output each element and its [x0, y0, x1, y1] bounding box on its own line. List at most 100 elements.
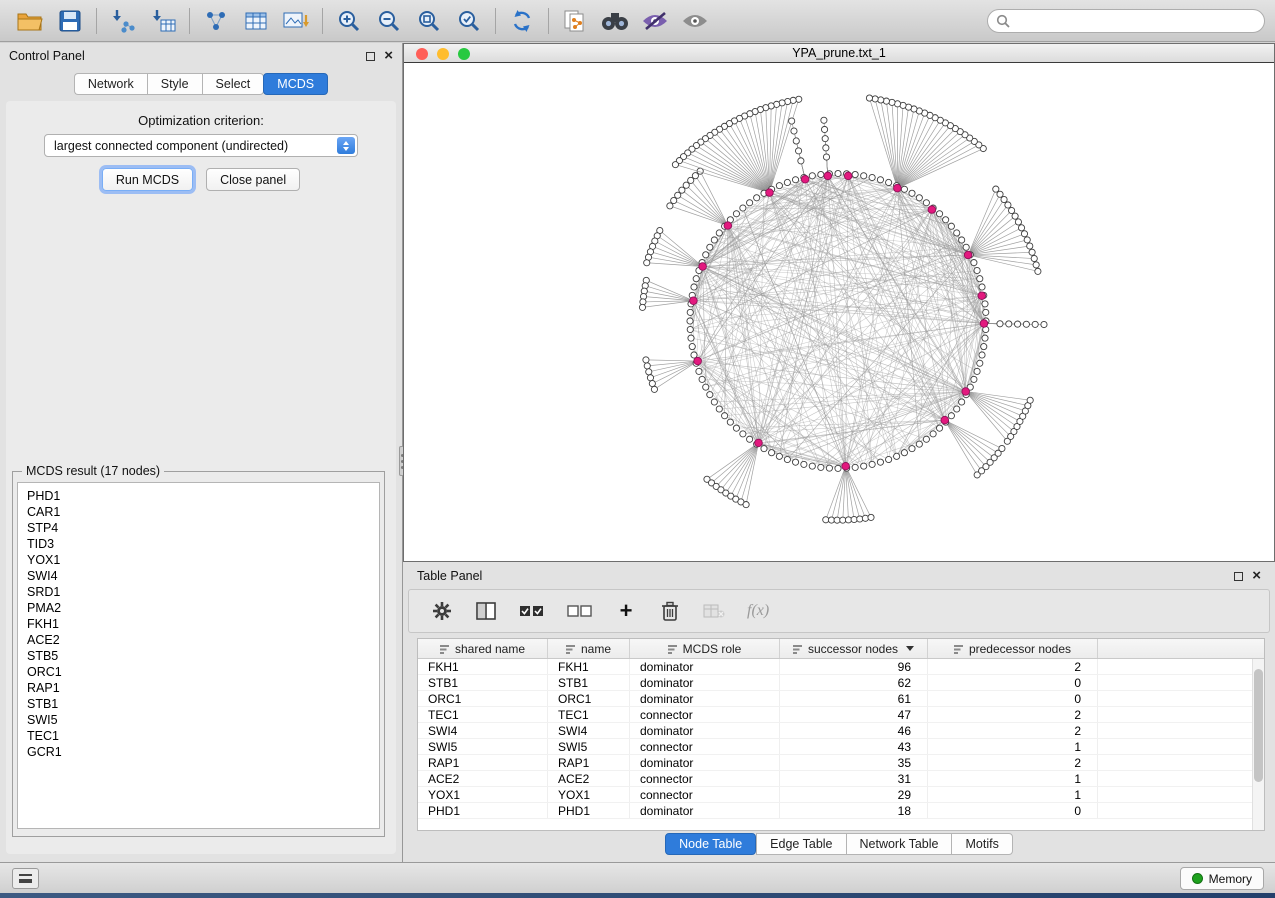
- table-settings-button[interactable]: [431, 599, 453, 623]
- open-file-button[interactable]: [10, 5, 50, 37]
- table-cell[interactable]: FKH1: [548, 659, 630, 674]
- maximize-window-icon[interactable]: [458, 48, 470, 60]
- table-cell[interactable]: TEC1: [548, 707, 630, 722]
- dropdown-stepper-icon[interactable]: [337, 137, 355, 154]
- column-header-name[interactable]: name: [548, 639, 630, 658]
- mcds-result-item[interactable]: YOX1: [27, 552, 370, 568]
- table-row[interactable]: FKH1FKH1dominator962: [418, 659, 1264, 675]
- table-cell[interactable]: 0: [928, 675, 1098, 690]
- table-cell[interactable]: 62: [780, 675, 928, 690]
- mcds-result-item[interactable]: SRD1: [27, 584, 370, 600]
- table-cell[interactable]: 31: [780, 771, 928, 786]
- scrollbar-thumb[interactable]: [1254, 669, 1263, 782]
- clone-network-button[interactable]: [555, 5, 595, 37]
- import-table-button[interactable]: [143, 5, 183, 37]
- table-cell[interactable]: PHD1: [418, 803, 548, 818]
- network-window-titlebar[interactable]: YPA_prune.txt_1: [404, 44, 1274, 63]
- table-cell[interactable]: dominator: [630, 755, 780, 770]
- table-cell[interactable]: connector: [630, 707, 780, 722]
- hide-details-button[interactable]: [635, 5, 675, 37]
- tab-style[interactable]: Style: [147, 73, 202, 95]
- export-image-button[interactable]: [276, 5, 316, 37]
- zoom-fit-button[interactable]: [409, 5, 449, 37]
- table-cell[interactable]: dominator: [630, 659, 780, 674]
- table-cell[interactable]: 18: [780, 803, 928, 818]
- table-cell[interactable]: connector: [630, 739, 780, 754]
- table-cell[interactable]: 1: [928, 787, 1098, 802]
- table-cell[interactable]: SWI4: [418, 723, 548, 738]
- table-cell[interactable]: 96: [780, 659, 928, 674]
- column-header-mcds-role[interactable]: MCDS role: [630, 639, 780, 658]
- criterion-select[interactable]: largest connected component (undirected): [44, 134, 358, 157]
- mcds-result-item[interactable]: FKH1: [27, 616, 370, 632]
- table-cell[interactable]: dominator: [630, 723, 780, 738]
- table-row[interactable]: YOX1YOX1connector291: [418, 787, 1264, 803]
- table-row[interactable]: SWI4SWI4dominator462: [418, 723, 1264, 739]
- tab-node-table[interactable]: Node Table: [665, 833, 756, 855]
- deselect-all-rows-button[interactable]: [567, 599, 593, 623]
- mcds-result-item[interactable]: TID3: [27, 536, 370, 552]
- table-cell[interactable]: 43: [780, 739, 928, 754]
- mcds-result-item[interactable]: PHD1: [27, 488, 370, 504]
- mcds-result-item[interactable]: STB5: [27, 648, 370, 664]
- network-graph[interactable]: [404, 64, 1274, 561]
- select-all-rows-button[interactable]: [519, 599, 545, 623]
- close-panel-icon[interactable]: ×: [384, 51, 393, 61]
- delete-column-button[interactable]: [659, 599, 681, 623]
- table-cell[interactable]: STB1: [418, 675, 548, 690]
- network-canvas[interactable]: [404, 64, 1274, 561]
- table-row[interactable]: PHD1PHD1dominator180: [418, 803, 1264, 819]
- table-cell[interactable]: dominator: [630, 803, 780, 818]
- table-cell[interactable]: YOX1: [418, 787, 548, 802]
- save-session-button[interactable]: [50, 5, 90, 37]
- zoom-selected-button[interactable]: [449, 5, 489, 37]
- show-columns-button[interactable]: [475, 599, 497, 623]
- table-cell[interactable]: 35: [780, 755, 928, 770]
- table-cell[interactable]: connector: [630, 787, 780, 802]
- tab-mcds[interactable]: MCDS: [263, 73, 328, 95]
- run-mcds-button[interactable]: Run MCDS: [102, 168, 193, 191]
- table-cell[interactable]: RAP1: [418, 755, 548, 770]
- table-cell[interactable]: 2: [928, 707, 1098, 722]
- column-header-shared-name[interactable]: shared name: [418, 639, 548, 658]
- table-row[interactable]: TEC1TEC1connector472: [418, 707, 1264, 723]
- table-cell[interactable]: 1: [928, 739, 1098, 754]
- table-row[interactable]: STB1STB1dominator620: [418, 675, 1264, 691]
- tab-select[interactable]: Select: [202, 73, 265, 95]
- table-cell[interactable]: 47: [780, 707, 928, 722]
- table-cell[interactable]: 0: [928, 803, 1098, 818]
- table-cell[interactable]: 1: [928, 771, 1098, 786]
- table-scrollbar[interactable]: [1252, 659, 1264, 830]
- close-window-icon[interactable]: [416, 48, 428, 60]
- table-cell[interactable]: YOX1: [548, 787, 630, 802]
- mcds-result-item[interactable]: STB1: [27, 696, 370, 712]
- table-cell[interactable]: STB1: [548, 675, 630, 690]
- mcds-result-item[interactable]: TEC1: [27, 728, 370, 744]
- table-cell[interactable]: TEC1: [418, 707, 548, 722]
- minimize-window-icon[interactable]: [437, 48, 449, 60]
- refresh-view-button[interactable]: [502, 5, 542, 37]
- table-row[interactable]: ORC1ORC1dominator610: [418, 691, 1264, 707]
- import-table-disabled-button[interactable]: [703, 599, 725, 623]
- table-cell[interactable]: ACE2: [418, 771, 548, 786]
- mcds-result-list[interactable]: PHD1CAR1STP4TID3YOX1SWI4SRD1PMA2FKH1ACE2…: [17, 482, 380, 829]
- table-cell[interactable]: RAP1: [548, 755, 630, 770]
- mcds-result-item[interactable]: RAP1: [27, 680, 370, 696]
- float-table-panel-icon[interactable]: [1234, 572, 1243, 581]
- search-input[interactable]: [1016, 14, 1256, 28]
- mcds-result-item[interactable]: SWI5: [27, 712, 370, 728]
- tab-network[interactable]: Network: [74, 73, 147, 95]
- mcds-result-item[interactable]: ORC1: [27, 664, 370, 680]
- float-window-icon[interactable]: [366, 52, 375, 61]
- zoom-out-button[interactable]: [369, 5, 409, 37]
- mcds-result-item[interactable]: STP4: [27, 520, 370, 536]
- memory-button[interactable]: Memory: [1180, 867, 1264, 890]
- table-cell[interactable]: 46: [780, 723, 928, 738]
- column-header-predecessor-nodes[interactable]: predecessor nodes: [928, 639, 1098, 658]
- function-builder-button[interactable]: f(x): [747, 599, 769, 623]
- close-table-panel-icon[interactable]: ×: [1252, 571, 1261, 581]
- new-table-button[interactable]: [236, 5, 276, 37]
- show-details-button[interactable]: [675, 5, 715, 37]
- column-header-successor-nodes[interactable]: successor nodes: [780, 639, 928, 658]
- search-network-button[interactable]: [595, 5, 635, 37]
